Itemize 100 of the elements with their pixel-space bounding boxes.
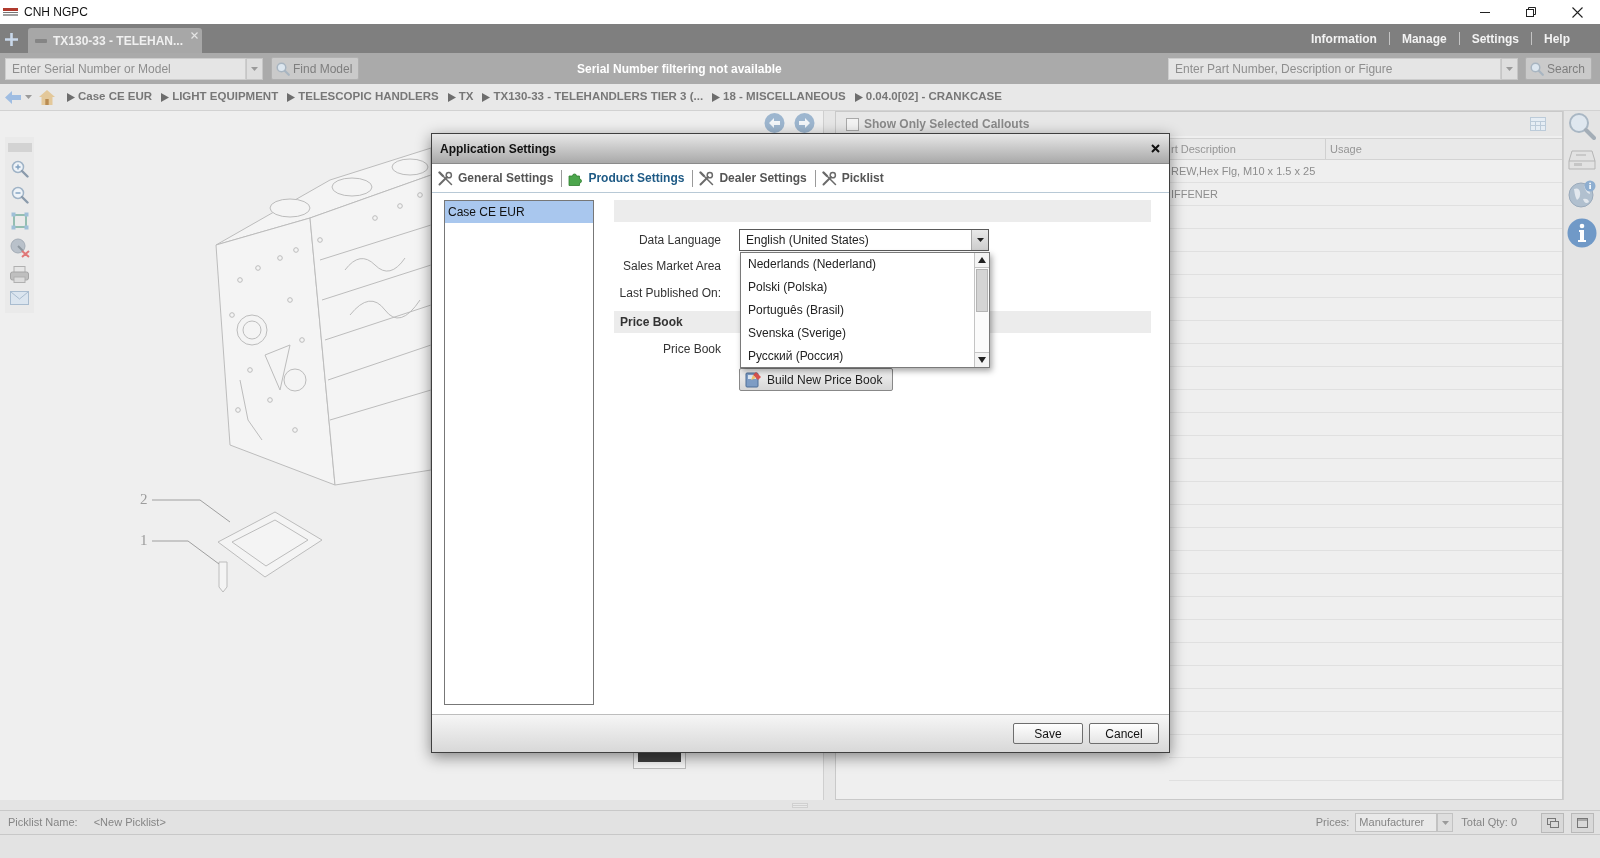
settings-tab[interactable]: Picklist — [821, 169, 884, 187]
language-select[interactable]: English (United States) — [739, 229, 989, 251]
envelope-icon[interactable] — [10, 291, 29, 305]
bar-icon — [35, 38, 47, 43]
dropdown-button[interactable] — [1437, 813, 1454, 832]
breadcrumb-link[interactable]: TX — [458, 88, 474, 106]
grip-icon[interactable] — [792, 802, 808, 808]
triangle-icon — [67, 92, 75, 102]
column-header: Usage — [1329, 141, 1363, 157]
breadcrumb-link[interactable]: LIGHT EQUIPMENT — [172, 88, 279, 106]
triangle-icon — [161, 92, 170, 102]
plus-icon — [4, 32, 18, 46]
callout-number: 2 — [140, 491, 148, 507]
dropdown-option[interactable]: Svenska (Sverige) — [741, 321, 974, 345]
field-label: Sales Market Area — [621, 258, 721, 275]
breadcrumb-link[interactable]: Case CE EUR — [78, 88, 153, 106]
field-label: Last Published On: — [618, 285, 721, 302]
breadcrumb-link[interactable]: TELESCOPIC HANDLERS — [298, 88, 439, 106]
printer-icon[interactable] — [10, 266, 29, 283]
maximize-button[interactable] — [1571, 812, 1594, 833]
callout-number: 1 — [140, 532, 148, 548]
menu-link[interactable]: Manage — [1401, 29, 1447, 48]
menu-link[interactable]: Settings — [1471, 29, 1519, 48]
settings-tab[interactable]: General Settings — [438, 169, 554, 187]
table-cell-text: REW,Hex Flg, M10 x 1.5 x 25 — [1171, 163, 1316, 179]
book-icon — [745, 371, 762, 388]
filter-status-text: Serial Number filtering not available — [577, 60, 782, 78]
caret-icon — [1441, 820, 1449, 825]
checkbox-label: Show Only Selected Callouts — [864, 116, 1030, 133]
caret-icon — [976, 238, 984, 242]
total-quantity: Total Qty: 0 — [1461, 815, 1517, 831]
down-arrow-icon — [978, 357, 986, 363]
tools-icon — [438, 170, 453, 186]
grid-icon[interactable] — [1530, 117, 1546, 131]
settings-tab[interactable]: Product Settings — [568, 169, 685, 187]
field-label: Price Book — [661, 341, 721, 358]
tray-icon[interactable] — [1568, 150, 1596, 170]
caret-icon — [251, 66, 258, 71]
dropdown-button[interactable] — [1501, 57, 1518, 80]
puzzle-icon — [568, 170, 584, 186]
caret-icon[interactable] — [25, 95, 32, 99]
dialog-button[interactable]: Cancel — [1089, 723, 1159, 744]
triangle-icon — [712, 92, 721, 102]
part-search-field[interactable]: Enter Part Number, Description or Figure — [1168, 57, 1501, 80]
find-model-button[interactable]: Find Model — [271, 57, 359, 80]
clear-selection-icon[interactable] — [9, 238, 30, 258]
tools-icon — [699, 170, 715, 186]
app-logo-icon — [3, 8, 18, 16]
zoom-out-icon[interactable] — [10, 186, 29, 204]
dropdown-option[interactable]: Русский (Россия) — [741, 344, 974, 367]
tab[interactable]: TX130-33 - TELEHAN... — [28, 28, 202, 53]
back-arrow-icon[interactable] — [5, 90, 21, 104]
prices-select[interactable]: Manufacturer — [1355, 813, 1438, 832]
caret-icon — [1506, 66, 1513, 71]
field-label: Data Language — [637, 232, 721, 249]
picklist-name: <New Picklist> — [93, 815, 166, 831]
section-heading: Price Book — [619, 314, 683, 331]
close-icon — [1150, 144, 1160, 153]
home-icon[interactable] — [39, 89, 55, 105]
dropdown-option[interactable]: Polski (Polska) — [741, 275, 974, 299]
fit-frame-icon[interactable] — [10, 212, 29, 230]
scroll-down-button[interactable] — [975, 352, 989, 367]
triangle-icon — [482, 92, 491, 102]
dialog-button[interactable]: Save — [1013, 723, 1083, 744]
build-price-book-button[interactable]: Build New Price Book — [739, 368, 893, 391]
menu-link[interactable]: Help — [1544, 29, 1570, 48]
dropdown-button[interactable] — [246, 57, 263, 80]
serial-search-field[interactable]: Enter Serial Number or Model — [5, 57, 246, 80]
table-cell-text: IFFENER — [1171, 186, 1219, 202]
search-icon[interactable] — [1568, 112, 1596, 140]
triangle-icon — [287, 92, 296, 102]
info-icon[interactable] — [1567, 218, 1597, 248]
dropdown-option[interactable]: Português (Brasil) — [741, 298, 974, 322]
menu-link[interactable]: Information — [1310, 29, 1377, 48]
dialog-title: Application Settings — [440, 140, 556, 158]
close-icon[interactable] — [191, 32, 198, 39]
search-button[interactable]: Search — [1525, 57, 1592, 80]
zoom-in-icon[interactable] — [10, 160, 29, 178]
search-icon — [276, 61, 290, 76]
restore-view-button[interactable] — [1541, 812, 1564, 833]
settings-tab[interactable]: Dealer Settings — [699, 169, 807, 187]
dropdown-option[interactable]: Nederlands (Nederland) — [741, 253, 974, 276]
list-item[interactable]: Case CE EUR — [445, 201, 593, 223]
close-icon — [1571, 6, 1583, 18]
breadcrumb-link[interactable]: 0.04.0[02] - CRANKCASE — [865, 88, 1002, 106]
restore-icon — [1526, 7, 1536, 17]
close-button[interactable] — [1150, 143, 1160, 154]
search-icon — [1530, 61, 1544, 76]
scroll-up-button[interactable] — [975, 253, 989, 268]
checkbox[interactable] — [846, 117, 859, 131]
minimize-icon — [1480, 11, 1490, 13]
maximize-icon — [1577, 817, 1588, 828]
breadcrumb-link[interactable]: 18 - MISCELLANEOUS — [723, 88, 846, 106]
globe-icon[interactable] — [1568, 180, 1596, 208]
windows-icon — [1546, 817, 1559, 828]
tools-icon — [821, 170, 837, 186]
scrollbar-thumb[interactable] — [976, 269, 988, 312]
up-arrow-icon — [978, 257, 986, 263]
prices-label: Prices: — [1315, 815, 1350, 831]
breadcrumb-link[interactable]: TX130-33 - TELEHANDLERS TIER 3 (... — [493, 88, 704, 106]
